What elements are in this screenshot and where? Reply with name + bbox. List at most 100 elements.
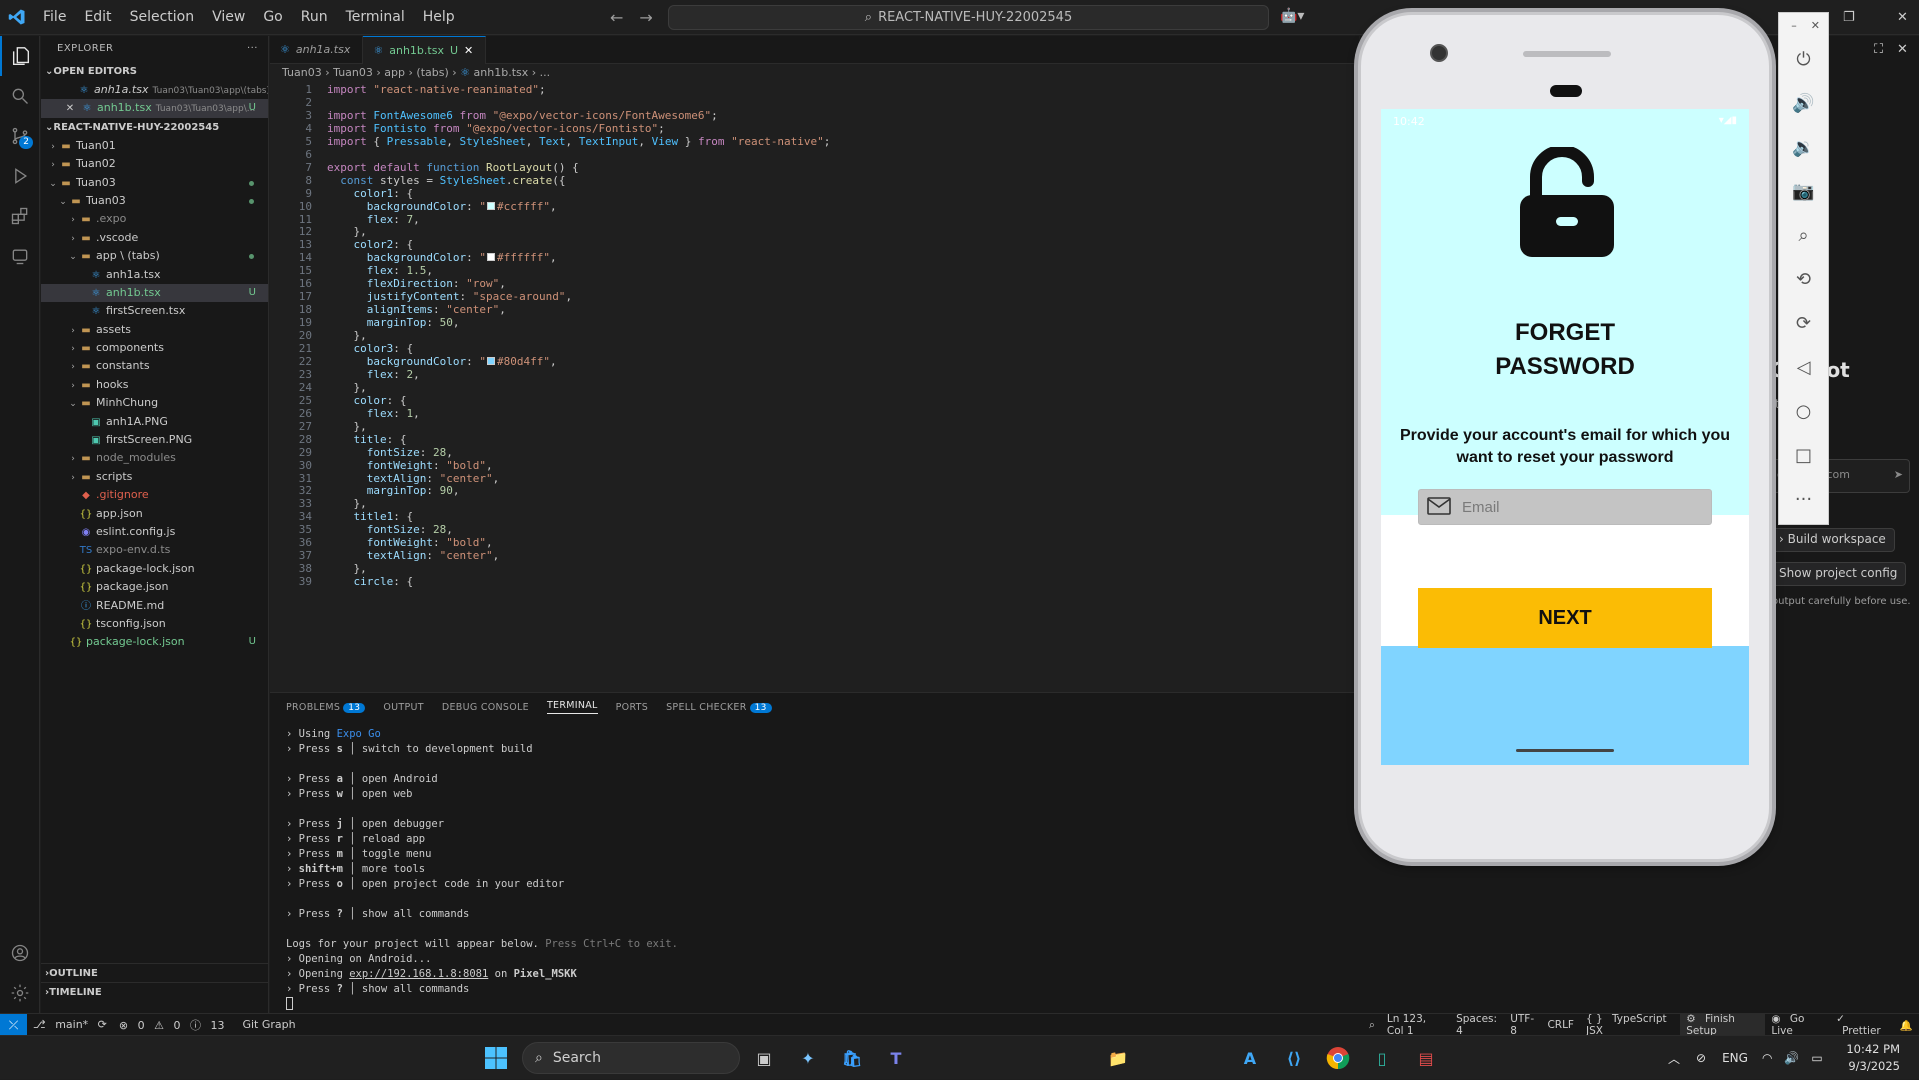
next-button[interactable]: NEXT [1418,588,1712,648]
run-debug-icon[interactable] [0,156,40,196]
chevron-right-icon[interactable]: › [67,469,79,486]
tree-file[interactable]: {} app.json [41,505,268,523]
chevron-right-icon[interactable]: › [67,340,79,357]
command-center[interactable]: ⌕ REACT-NATIVE-HUY-22002545 [668,5,1269,30]
source-control-icon[interactable]: 2 [0,116,40,156]
chevron-right-icon[interactable]: › [67,450,79,467]
menu-go[interactable]: Go [254,0,291,35]
forward-arrow-icon[interactable]: → [639,8,652,27]
tab-anh1b[interactable]: ⚛ anh1b.tsx U ✕ [363,36,487,65]
vscode-taskbar-icon[interactable]: ⟨⟩ [1280,1044,1308,1072]
encoding[interactable]: UTF-8 [1504,1013,1541,1037]
show-config-button[interactable]: Show project config [1770,562,1907,586]
close-icon[interactable]: ✕ [464,37,473,65]
tree-folder[interactable]: ⌄ ▬ Tuan03 [41,174,268,192]
tab-terminal[interactable]: TERMINAL [546,700,598,714]
close-window-icon[interactable]: ✕ [1897,10,1908,25]
tree-file[interactable]: {} package.json [41,578,268,596]
rotate-right-icon[interactable]: ⟳ [1779,301,1828,345]
code-line[interactable]: flex: 1, [327,407,420,421]
close-icon[interactable]: ✕ [1811,19,1820,32]
tree-folder[interactable]: › ▬ Tuan01 [41,137,268,155]
chrome-icon[interactable] [1324,1044,1352,1072]
task-view-icon[interactable]: ▣ [750,1044,778,1072]
remote-indicator-icon[interactable]: ⤫ [0,1013,27,1036]
tree-file[interactable]: {} package-lock.json [41,560,268,578]
indentation[interactable]: Spaces: 4 [1450,1013,1504,1037]
menu-terminal[interactable]: Terminal [337,0,414,35]
app-icon[interactable]: ▯ [1368,1044,1396,1072]
tree-folder[interactable]: › ▬ node_modules [41,449,268,467]
open-editor-item[interactable]: ⚛ anh1a.tsx Tuan03\Tuan03\app\(tabs) [41,81,268,99]
tree-folder[interactable]: › ▬ .vscode [41,229,268,247]
tree-file[interactable]: ◉ eslint.config.js [41,523,268,541]
zoom-icon[interactable]: ⌕ [1779,213,1828,257]
tree-folder[interactable]: › ▬ .expo [41,210,268,228]
chevron-down-icon[interactable]: ⌄ [67,395,79,412]
wifi-icon[interactable]: ◠ [1756,1051,1778,1065]
emulator-app-icon[interactable]: ▤ [1412,1044,1440,1072]
terminal-output[interactable]: › Using Expo Go › Press s │ switch to dev… [286,727,678,1013]
language-indicator[interactable]: ENG [1714,1051,1756,1065]
copilot-app-icon[interactable]: ✦ [794,1044,822,1072]
tree-file[interactable]: {} package-lock.json U [41,633,268,651]
language-mode[interactable]: { } TypeScript JSX [1580,1013,1680,1037]
outline-section[interactable]: ›OUTLINE [41,963,269,982]
problems-indicator[interactable]: ⊗ 0 ⚠ 0 ⓘ 13 [113,1017,237,1033]
end-of-line[interactable]: CRLF [1541,1019,1580,1031]
tab-ports[interactable]: PORTS [616,702,648,713]
menu-selection[interactable]: Selection [121,0,204,35]
back-icon[interactable]: ◁ [1779,345,1828,389]
overview-icon[interactable]: □ [1779,433,1828,477]
tree-folder[interactable]: › ▬ assets [41,321,268,339]
breadcrumb-item[interactable]: ... [540,66,551,79]
chevron-right-icon[interactable]: › [47,156,59,173]
open-editor-item[interactable]: ✕ ⚛ anh1b.tsx Tuan03\Tuan03\app\... U [41,99,268,118]
chevron-down-icon[interactable]: ⌄ [47,175,59,192]
power-icon[interactable]: ⏻ [1779,37,1828,81]
project-section[interactable]: ⌄REACT-NATIVE-HUY-22002545 [41,118,268,137]
back-arrow-icon[interactable]: ← [610,8,623,27]
build-workspace-button[interactable]: › Build workspace [1770,528,1895,552]
tree-file[interactable]: ⚛ anh1a.tsx [41,266,268,284]
tree-folder[interactable]: ⌄ ▬ Tuan03 [41,192,268,210]
breadcrumb-item[interactable]: app [384,66,405,79]
menu-help[interactable]: Help [414,0,464,35]
battery-icon[interactable]: ▭ [1805,1051,1828,1065]
tree-file[interactable]: ▣ firstScreen.PNG [41,431,268,449]
branch-indicator[interactable]: ⎇ main* ⟳ [27,1018,113,1031]
store-icon[interactable]: 🛍 [838,1044,866,1072]
tree-folder[interactable]: › ▬ constants [41,357,268,375]
teams-icon[interactable]: T [882,1044,910,1072]
camera-icon[interactable]: 📷 [1779,169,1828,213]
home-icon[interactable]: ○ [1779,389,1828,433]
extensions-icon[interactable] [0,196,40,236]
git-graph-button[interactable]: Git Graph [236,1018,301,1031]
chevron-right-icon[interactable]: › [67,230,79,247]
go-live-button[interactable]: ◉ Go Live [1765,1013,1830,1037]
tab-problems[interactable]: PROBLEMS 13 [286,702,366,713]
menu-edit[interactable]: Edit [75,0,120,35]
tree-file[interactable]: TS expo-env.d.ts [41,541,268,559]
tree-folder[interactable]: › ▬ components [41,339,268,357]
code-line[interactable]: flex: 2, [327,368,420,382]
tab-anh1a[interactable]: ⚛ anh1a.tsx [270,36,364,64]
more-icon[interactable]: ··· [1779,477,1828,521]
tab-debug-console[interactable]: DEBUG CONSOLE [442,702,529,713]
chevron-right-icon[interactable]: › [67,211,79,228]
remote-explorer-icon[interactable] [0,236,40,276]
chevron-right-icon[interactable]: › [67,358,79,375]
android-studio-icon[interactable]: A [1236,1044,1264,1072]
tree-folder[interactable]: › ▬ hooks [41,376,268,394]
breadcrumb-item[interactable]: Tuan03 [333,66,373,79]
chevron-right-icon[interactable]: › [67,322,79,339]
tab-output[interactable]: OUTPUT [383,702,424,713]
breadcrumb-item[interactable]: (tabs) [416,66,448,79]
restore-icon[interactable]: ❐ [1843,10,1855,25]
code-line[interactable]: backgroundColor: " #80d4ff", [327,355,557,369]
tree-file[interactable]: ⓘ README.md [41,597,268,615]
windows-start-icon[interactable] [482,1044,510,1072]
tab-spell-checker[interactable]: SPELL CHECKER 13 [666,702,772,713]
cursor-position[interactable]: Ln 123, Col 1 [1381,1013,1450,1037]
timeline-section[interactable]: ›TIMELINE [41,982,269,1001]
